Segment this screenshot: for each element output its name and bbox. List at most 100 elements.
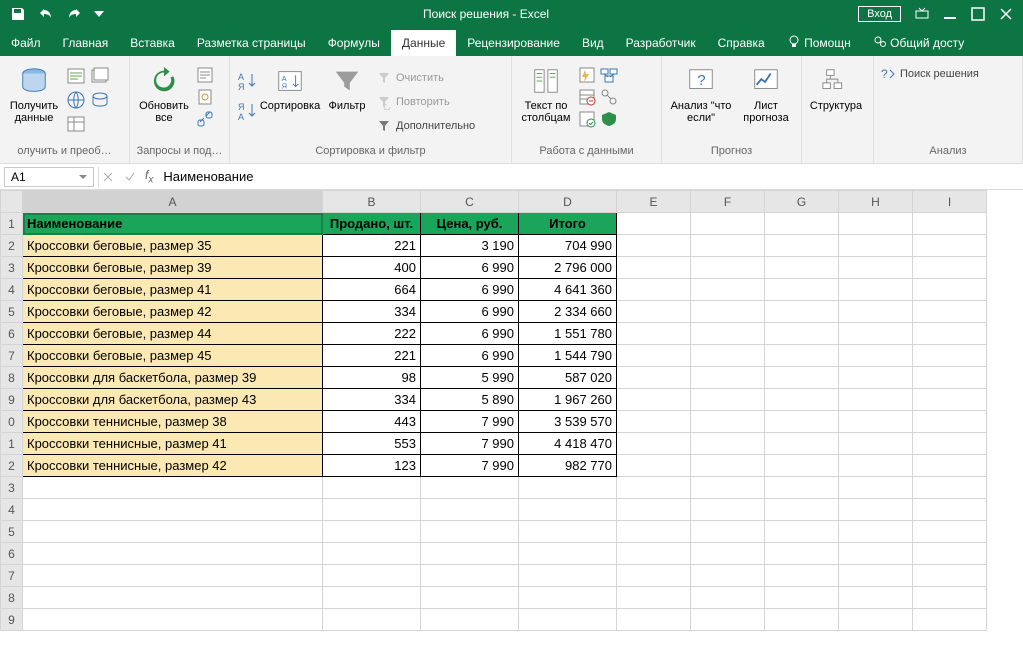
cell[interactable] <box>913 565 987 587</box>
cell[interactable]: 400 <box>323 257 421 279</box>
cell[interactable] <box>323 609 421 631</box>
cell[interactable] <box>519 521 617 543</box>
consolidate-icon[interactable] <box>600 66 618 84</box>
cell[interactable] <box>323 587 421 609</box>
cell[interactable] <box>839 433 913 455</box>
cell[interactable] <box>691 587 765 609</box>
cell[interactable]: 6 990 <box>421 323 519 345</box>
col-header[interactable]: B <box>323 191 421 213</box>
cell[interactable] <box>421 499 519 521</box>
cell[interactable]: 334 <box>323 301 421 323</box>
cell[interactable]: Наименование <box>23 213 323 235</box>
cell[interactable] <box>691 499 765 521</box>
get-data-button[interactable]: Получить данные <box>6 60 62 124</box>
cell[interactable] <box>519 565 617 587</box>
tab-view[interactable]: Вид <box>571 30 615 56</box>
tab-home[interactable]: Главная <box>52 30 120 56</box>
reapply-filter-button[interactable]: Повторить <box>376 92 475 112</box>
cell[interactable] <box>617 609 691 631</box>
filter-button[interactable]: Фильтр <box>322 60 372 112</box>
tab-layout[interactable]: Разметка страницы <box>186 30 317 56</box>
cell[interactable] <box>691 235 765 257</box>
cell[interactable] <box>913 433 987 455</box>
cell[interactable]: Кроссовки для баскетбола, размер 43 <box>23 389 323 411</box>
refresh-all-button[interactable]: Обновить все <box>136 60 192 124</box>
grid-row[interactable]: 1Кроссовки теннисные, размер 415537 9904… <box>1 433 987 455</box>
cell[interactable] <box>765 345 839 367</box>
cell[interactable]: Кроссовки теннисные, размер 41 <box>23 433 323 455</box>
grid-row[interactable]: 4Кроссовки беговые, размер 416646 9904 6… <box>1 279 987 301</box>
cell[interactable] <box>839 301 913 323</box>
cell[interactable] <box>913 455 987 477</box>
grid-row[interactable]: 4 <box>1 499 987 521</box>
cell[interactable]: Кроссовки беговые, размер 41 <box>23 279 323 301</box>
cell[interactable] <box>913 609 987 631</box>
cell[interactable] <box>765 433 839 455</box>
cell[interactable] <box>691 323 765 345</box>
cell[interactable] <box>691 367 765 389</box>
cell[interactable] <box>617 587 691 609</box>
cell[interactable] <box>323 543 421 565</box>
row-header[interactable]: 1 <box>1 213 23 235</box>
cell[interactable] <box>691 301 765 323</box>
cell[interactable] <box>839 587 913 609</box>
cell[interactable]: 7 990 <box>421 455 519 477</box>
cell[interactable]: 982 770 <box>519 455 617 477</box>
row-header[interactable]: 4 <box>1 279 23 301</box>
cell[interactable]: 4 418 470 <box>519 433 617 455</box>
cell[interactable] <box>913 543 987 565</box>
cell[interactable] <box>765 521 839 543</box>
queries-icon[interactable] <box>196 66 214 84</box>
cell[interactable] <box>913 345 987 367</box>
cell[interactable] <box>913 411 987 433</box>
cell[interactable] <box>617 543 691 565</box>
cell[interactable] <box>765 213 839 235</box>
cell[interactable] <box>323 499 421 521</box>
cell[interactable] <box>691 543 765 565</box>
cell[interactable]: Продано, шт. <box>323 213 421 235</box>
select-all-corner[interactable] <box>1 191 23 213</box>
grid-row[interactable]: 8Кроссовки для баскетбола, размер 39985 … <box>1 367 987 389</box>
cell[interactable] <box>691 345 765 367</box>
row-header[interactable]: 8 <box>1 587 23 609</box>
cell[interactable] <box>617 433 691 455</box>
cell[interactable]: 587 020 <box>519 367 617 389</box>
cell[interactable] <box>617 411 691 433</box>
clear-filter-button[interactable]: Очистить <box>376 68 475 88</box>
cell[interactable] <box>23 587 323 609</box>
tab-insert[interactable]: Вставка <box>119 30 186 56</box>
cell[interactable] <box>617 477 691 499</box>
row-header[interactable]: 3 <box>1 257 23 279</box>
col-header[interactable]: G <box>765 191 839 213</box>
row-header[interactable]: 9 <box>1 389 23 411</box>
cell[interactable] <box>617 301 691 323</box>
text-to-columns-button[interactable]: Текст по столбцам <box>518 60 574 124</box>
row-header[interactable]: 5 <box>1 301 23 323</box>
ribbon-options-icon[interactable] <box>915 7 929 21</box>
cell[interactable] <box>765 543 839 565</box>
grid-row[interactable]: 2Кроссовки беговые, размер 352213 190704… <box>1 235 987 257</box>
cell[interactable]: 1 544 790 <box>519 345 617 367</box>
cell[interactable]: Кроссовки беговые, размер 39 <box>23 257 323 279</box>
undo-icon[interactable] <box>38 6 54 22</box>
cell[interactable] <box>691 389 765 411</box>
cell[interactable]: 7 990 <box>421 411 519 433</box>
relationships-icon[interactable] <box>600 88 618 106</box>
row-header[interactable]: 8 <box>1 367 23 389</box>
grid-row[interactable]: 3Кроссовки беговые, размер 394006 9902 7… <box>1 257 987 279</box>
cell[interactable] <box>421 477 519 499</box>
grid-row[interactable]: 9 <box>1 609 987 631</box>
row-header[interactable]: 2 <box>1 455 23 477</box>
cell[interactable] <box>913 521 987 543</box>
sort-asc-icon[interactable]: AЯ <box>236 70 258 92</box>
cell[interactable] <box>913 235 987 257</box>
cell[interactable] <box>913 257 987 279</box>
cell[interactable]: 221 <box>323 235 421 257</box>
structure-button[interactable]: Структура <box>808 60 864 112</box>
maximize-icon[interactable] <box>971 7 985 21</box>
cell[interactable] <box>691 213 765 235</box>
cell[interactable] <box>23 543 323 565</box>
cell[interactable]: 6 990 <box>421 345 519 367</box>
cell[interactable] <box>23 521 323 543</box>
cell[interactable] <box>765 477 839 499</box>
